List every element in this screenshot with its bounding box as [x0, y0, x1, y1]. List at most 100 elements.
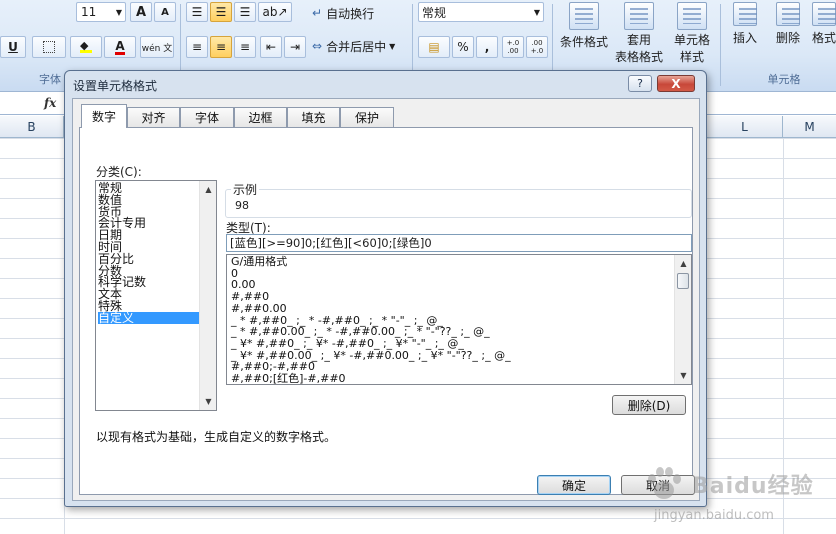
shrink-font-button[interactable]: A — [154, 2, 176, 22]
tab-font[interactable]: 字体 — [180, 107, 234, 127]
help-button[interactable]: ? — [628, 75, 652, 92]
close-button[interactable]: X — [657, 75, 695, 92]
align-left-button[interactable]: ≡ — [186, 36, 208, 58]
delete-cells-button[interactable]: 删除 — [768, 2, 808, 66]
ok-button[interactable]: 确定 — [537, 475, 611, 495]
format-item[interactable]: G/通用格式 — [231, 256, 287, 268]
cell-styles-label-top: 单元格 — [673, 33, 710, 47]
grow-font-button[interactable]: A — [130, 2, 152, 22]
scroll-up-icon[interactable]: ▲ — [200, 181, 216, 198]
text-orientation-icon: ab↗ — [262, 5, 288, 19]
watermark-url: jingyan.baidu.com — [654, 508, 774, 523]
cell-styles-icon — [677, 2, 707, 30]
format-item[interactable]: #,##0;[红色]-#,##0 — [231, 373, 346, 385]
increase-decimal-button[interactable]: +.0 .00 — [502, 36, 524, 58]
chevron-down-icon: ▼ — [533, 7, 540, 17]
group-separator — [720, 4, 721, 86]
format-as-table-button[interactable]: 套用 表格格式 — [612, 2, 666, 66]
dialog-client: 数字 对齐 字体 边框 填充 保护 分类(C): 常规 数值 货币 会计专用 日期 时间百… — [72, 98, 700, 501]
align-top-button[interactable]: ☰ — [186, 2, 208, 22]
format-as-table-icon — [624, 2, 654, 30]
group-label-cells: 单元格 — [767, 73, 801, 86]
function-icon[interactable]: fx — [44, 96, 56, 110]
chevron-down-icon: ▼ — [389, 41, 396, 51]
increase-decimal-icon: +.0 .00 — [506, 39, 520, 55]
increase-indent-button[interactable]: ⇥ — [284, 36, 306, 58]
category-item[interactable]: 自定义 — [98, 311, 199, 324]
align-right-button[interactable]: ≡ — [234, 36, 256, 58]
insert-cells-icon — [733, 2, 757, 26]
tab-border[interactable]: 边框 — [234, 107, 287, 127]
format-as-table-label-bottom: 表格格式 — [614, 50, 663, 64]
type-input[interactable]: [蓝色][>=90]0;[红色][<60]0;[绿色]0 — [226, 234, 692, 252]
format-cells-dialog: 设置单元格格式 ? X 数字 对齐 字体 边框 填充 保护 分类(C): 常规数… — [64, 70, 707, 507]
phonetic-icon: wén 文 — [141, 43, 173, 54]
format-cells-icon — [812, 2, 836, 26]
watermark: Baidu经验 jingyan.baidu.com — [636, 462, 832, 532]
column-header-m[interactable]: M — [783, 116, 836, 138]
font-size-value: 11 — [81, 5, 97, 19]
column-header-l[interactable]: L — [707, 116, 783, 138]
wrap-text-button[interactable]: ↵ 自动换行 — [312, 5, 374, 21]
border-icon — [43, 41, 55, 53]
insert-button[interactable]: 插入 — [726, 2, 764, 66]
font-color-button[interactable]: A — [104, 36, 136, 58]
merge-cells-icon: ⇔ — [312, 39, 323, 53]
category-label: 分类(C): — [96, 165, 142, 179]
percent-button[interactable]: % — [452, 36, 474, 58]
align-center-icon: ≡ — [215, 40, 227, 54]
cell-styles-button[interactable]: 单元格 样式 — [668, 2, 716, 66]
cell-styles-label-bottom: 样式 — [679, 50, 704, 64]
insert-label: 插入 — [732, 31, 757, 45]
font-size-select[interactable]: 11 ▼ — [76, 2, 126, 22]
align-left-icon: ≡ — [191, 40, 203, 54]
format-list[interactable]: G/通用格式 0 0.00 #,##0 #,##0.00 _ * #,##0_ ;_ * … — [226, 254, 692, 385]
align-center-button[interactable]: ≡ — [210, 36, 232, 58]
tab-fill[interactable]: 填充 — [287, 107, 340, 127]
category-item[interactable]: 百分比 — [98, 253, 199, 265]
align-middle-icon: ☰ — [215, 5, 227, 19]
category-scrollbar[interactable]: ▲ ▼ — [199, 181, 216, 410]
format-cells-button[interactable]: 格式 — [812, 2, 836, 66]
format-label: 格式 — [812, 31, 836, 45]
merge-center-label: 合并后居中 — [326, 39, 387, 54]
scroll-down-icon[interactable]: ▼ — [675, 367, 691, 384]
conditional-format-icon — [569, 2, 599, 30]
tab-protection[interactable]: 保护 — [340, 107, 394, 127]
underline-button[interactable]: U — [0, 36, 26, 58]
accounting-format-button[interactable]: ▤ — [418, 36, 450, 58]
scroll-up-icon[interactable]: ▲ — [675, 255, 691, 272]
decrease-indent-button[interactable]: ⇤ — [260, 36, 282, 58]
category-list[interactable]: 常规 数值 货币 会计专用 日期 时间 百分比 分数 科学记数 文本 特殊 自定义 ▲ ▼ — [95, 180, 217, 411]
format-scrollbar[interactable]: ▲ ▼ — [674, 255, 691, 384]
paint-bucket-icon: ◆ — [80, 40, 92, 53]
conditional-format-button[interactable]: 条件格式 — [556, 2, 612, 66]
phonetic-button[interactable]: wén 文 — [140, 36, 174, 58]
decrease-decimal-button[interactable]: .00 +.0 — [526, 36, 548, 58]
category-item[interactable]: 数值 — [98, 194, 199, 206]
sample-value: 98 — [235, 199, 249, 212]
delete-format-button[interactable]: 删除(D) — [612, 395, 686, 415]
scroll-thumb[interactable] — [677, 273, 689, 289]
orientation-button[interactable]: ab↗ — [258, 2, 292, 22]
wrap-text-icon: ↵ — [312, 6, 323, 20]
comma-button[interactable]: , — [476, 36, 498, 58]
border-button[interactable] — [32, 36, 66, 58]
scroll-down-icon[interactable]: ▼ — [200, 393, 216, 410]
format-item[interactable]: #,##0.00 — [231, 302, 287, 315]
tab-alignment[interactable]: 对齐 — [127, 107, 180, 127]
column-header-b[interactable]: B — [0, 116, 64, 138]
comma-icon: , — [484, 40, 490, 54]
merge-center-button[interactable]: ⇔ 合并后居中 ▼ — [312, 38, 395, 54]
fill-color-button[interactable]: ◆ — [70, 36, 102, 58]
number-format-select[interactable]: 常规 ▼ — [418, 2, 544, 22]
format-as-table-label-top: 套用 — [626, 33, 651, 47]
chevron-down-icon: ▼ — [115, 7, 122, 17]
number-tab-panel: 分类(C): 常规 数值 货币 会计专用 日期 时间 百分比 分数 科学记数 文本 特殊 自定义 ▲ … — [79, 127, 693, 495]
sample-label: 示例 — [231, 181, 260, 198]
percent-icon: % — [457, 40, 469, 54]
font-color-icon: A — [115, 38, 125, 55]
tab-number[interactable]: 数字 — [81, 104, 127, 128]
align-bottom-button[interactable]: ☰ — [234, 2, 256, 22]
align-middle-button[interactable]: ☰ — [210, 2, 232, 22]
